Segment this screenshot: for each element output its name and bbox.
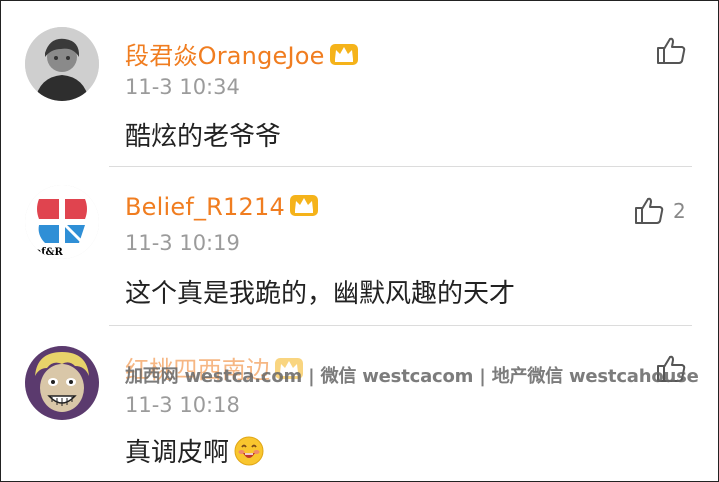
- comment-list: 段君焱OrangeJoe 11-3 10:34 酷炫的老爷爷 ief&R Bel…: [0, 0, 719, 482]
- cartoon-character-avatar: [25, 346, 99, 420]
- thumbs-up-icon[interactable]: [655, 35, 687, 67]
- comment-text: 真调皮啊: [125, 432, 265, 474]
- watermark-text: 加西网 westca.com | 微信 westcacom | 地产微信 wes…: [125, 366, 699, 387]
- crown-icon: [329, 41, 359, 73]
- timestamp: 11-3 10:34: [125, 75, 240, 99]
- comment-item: 红桃四西南边 11-3 10:18 真调皮啊: [1, 326, 718, 481]
- comment-text: 这个真是我跪的，幽默风趣的天才: [125, 279, 516, 309]
- avatar[interactable]: [25, 346, 99, 420]
- crown-icon: [289, 192, 319, 224]
- username[interactable]: Belief_R1214: [125, 192, 319, 224]
- avatar-logo-text: ief&R: [31, 247, 63, 258]
- person-photo-avatar: [25, 27, 99, 101]
- thumbs-up-icon[interactable]: [633, 195, 665, 227]
- comment-item: 段君焱OrangeJoe 11-3 10:34 酷炫的老爷爷: [1, 1, 718, 166]
- like-count: 2: [673, 199, 686, 223]
- comment-item: ief&R Belief_R1214 11-3 10:19 这个真是我跪的，幽默…: [1, 167, 718, 325]
- comment-text: 酷炫的老爷爷: [125, 122, 282, 152]
- avatar[interactable]: [25, 27, 99, 101]
- username[interactable]: 段君焱OrangeJoe: [125, 36, 359, 73]
- avatar[interactable]: ief&R: [25, 185, 99, 259]
- timestamp: 11-3 10:19: [125, 231, 240, 255]
- timestamp: 11-3 10:18: [125, 393, 240, 417]
- belief-logo-avatar: ief&R: [25, 185, 99, 259]
- blushing-smile-emoji: [233, 435, 265, 474]
